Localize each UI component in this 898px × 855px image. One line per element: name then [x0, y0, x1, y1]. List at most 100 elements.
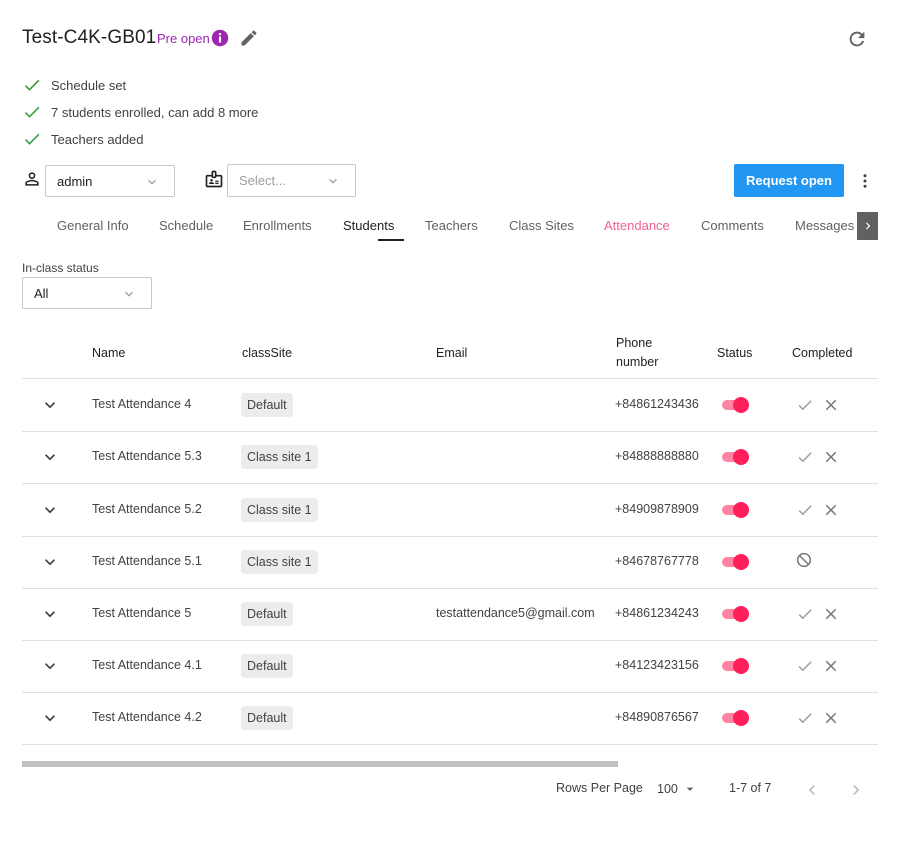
tab-class-sites[interactable]: Class Sites	[509, 218, 574, 233]
rows-per-page-value: 100	[657, 782, 678, 796]
more-vert-icon[interactable]	[856, 171, 874, 191]
block-icon[interactable]	[795, 551, 813, 569]
in-class-status-value: All	[34, 285, 49, 301]
checklist-item-teachers: Teachers added	[22, 129, 144, 149]
check-icon	[24, 79, 40, 91]
mark-incomplete-icon[interactable]	[822, 709, 840, 727]
chevron-down-icon	[329, 178, 337, 184]
row-divider	[22, 744, 878, 746]
page-title: Test-C4K-GB01	[22, 27, 157, 48]
mark-complete-icon[interactable]	[796, 605, 814, 623]
student-phone: +84890876567	[615, 710, 699, 725]
column-header-phone-line2: number	[616, 355, 659, 369]
student-name: Test Attendance 5.3	[92, 449, 202, 464]
status-toggle[interactable]	[721, 552, 751, 572]
column-header-completed[interactable]: Completed	[792, 346, 852, 360]
student-phone: +84888888880	[615, 449, 699, 464]
mark-incomplete-icon[interactable]	[822, 657, 840, 675]
column-header-phone[interactable]: Phone	[616, 336, 652, 350]
tab-teachers[interactable]: Teachers	[425, 218, 478, 233]
row-divider	[22, 692, 878, 694]
tab-messages[interactable]: Messages	[795, 218, 854, 233]
tab-general-info[interactable]: General Info	[57, 218, 129, 233]
class-site-chip: Default	[241, 654, 293, 679]
chevron-down-icon	[125, 291, 133, 297]
rows-per-page-label: Rows Per Page	[556, 781, 643, 795]
status-badge: Pre open	[157, 31, 210, 46]
row-divider	[22, 431, 878, 433]
in-class-status-select[interactable]: All	[22, 277, 152, 309]
tab-schedule[interactable]: Schedule	[159, 218, 213, 233]
expand-row-icon[interactable]	[40, 395, 60, 415]
column-header-status[interactable]: Status	[717, 346, 752, 360]
checklist-item-students: 7 students enrolled, can add 8 more	[22, 102, 258, 122]
row-divider	[22, 535, 878, 537]
column-header-email[interactable]: Email	[436, 346, 467, 360]
user-select[interactable]: admin	[45, 165, 175, 197]
info-icon[interactable]	[211, 29, 229, 47]
chevron-left-icon[interactable]	[802, 780, 822, 800]
tab-students[interactable]: Students	[343, 218, 394, 233]
expand-row-icon[interactable]	[40, 656, 60, 676]
column-header-name[interactable]: Name	[92, 346, 125, 360]
expand-row-icon[interactable]	[40, 500, 60, 520]
class-site-chip: Class site 1	[241, 445, 318, 470]
mark-complete-icon[interactable]	[796, 501, 814, 519]
column-header-classsite[interactable]: classSite	[242, 346, 292, 360]
tab-attendance[interactable]: Attendance	[604, 218, 670, 233]
class-site-chip: Class site 1	[241, 549, 318, 574]
mark-incomplete-icon[interactable]	[822, 448, 840, 466]
expand-row-icon[interactable]	[40, 552, 60, 572]
tab-enrollments[interactable]: Enrollments	[243, 218, 312, 233]
role-select-placeholder: Select...	[239, 173, 286, 188]
student-email: testattendance5@gmail.com	[436, 605, 595, 620]
mark-complete-icon[interactable]	[796, 396, 814, 414]
expand-row-icon[interactable]	[40, 447, 60, 467]
checklist-item-schedule: Schedule set	[22, 75, 126, 95]
student-name: Test Attendance 5	[92, 605, 192, 620]
student-phone: +84123423156	[615, 658, 699, 673]
tab-bar: General Info Schedule Enrollments Studen…	[22, 212, 878, 242]
refresh-icon[interactable]	[846, 28, 868, 50]
mark-incomplete-icon[interactable]	[822, 605, 840, 623]
student-name: Test Attendance 4.2	[92, 710, 202, 725]
caret-down-icon	[686, 787, 694, 791]
status-toggle[interactable]	[721, 708, 751, 728]
row-divider	[22, 483, 878, 485]
checklist-label: Schedule set	[51, 77, 127, 93]
mark-incomplete-icon[interactable]	[822, 396, 840, 414]
status-toggle[interactable]	[721, 656, 751, 676]
pencil-icon[interactable]	[239, 28, 259, 48]
mark-complete-icon[interactable]	[796, 709, 814, 727]
horizontal-scrollbar[interactable]	[22, 761, 618, 767]
status-toggle[interactable]	[721, 447, 751, 467]
rows-per-page-select[interactable]: 100	[657, 781, 698, 797]
request-open-button[interactable]: Request open	[734, 164, 844, 197]
person-icon	[25, 172, 39, 186]
student-phone: +84909878909	[615, 501, 699, 516]
active-tab-indicator	[378, 239, 404, 241]
student-phone: +84861243436	[615, 397, 699, 412]
expand-row-icon[interactable]	[40, 708, 60, 728]
class-site-chip: Default	[241, 393, 293, 418]
mark-complete-icon[interactable]	[796, 657, 814, 675]
class-site-chip: Class site 1	[241, 497, 318, 522]
student-phone: +84861234243	[615, 605, 699, 620]
mark-complete-icon[interactable]	[796, 448, 814, 466]
status-toggle[interactable]	[721, 500, 751, 520]
status-toggle[interactable]	[721, 395, 751, 415]
tab-comments[interactable]: Comments	[701, 218, 764, 233]
tab-scroll-right-button[interactable]	[857, 212, 878, 240]
chevron-right-icon	[865, 222, 870, 230]
role-select[interactable]: Select...	[227, 164, 356, 197]
expand-row-icon[interactable]	[40, 604, 60, 624]
student-name: Test Attendance 5.1	[92, 553, 202, 568]
student-name: Test Attendance 4.1	[92, 658, 202, 673]
check-icon	[24, 133, 40, 145]
chevron-down-icon	[148, 179, 156, 185]
chevron-right-icon[interactable]	[846, 780, 866, 800]
mark-incomplete-icon[interactable]	[822, 501, 840, 519]
pagination-range: 1-7 of 7	[729, 781, 772, 795]
student-name: Test Attendance 5.2	[92, 501, 202, 516]
status-toggle[interactable]	[721, 604, 751, 624]
